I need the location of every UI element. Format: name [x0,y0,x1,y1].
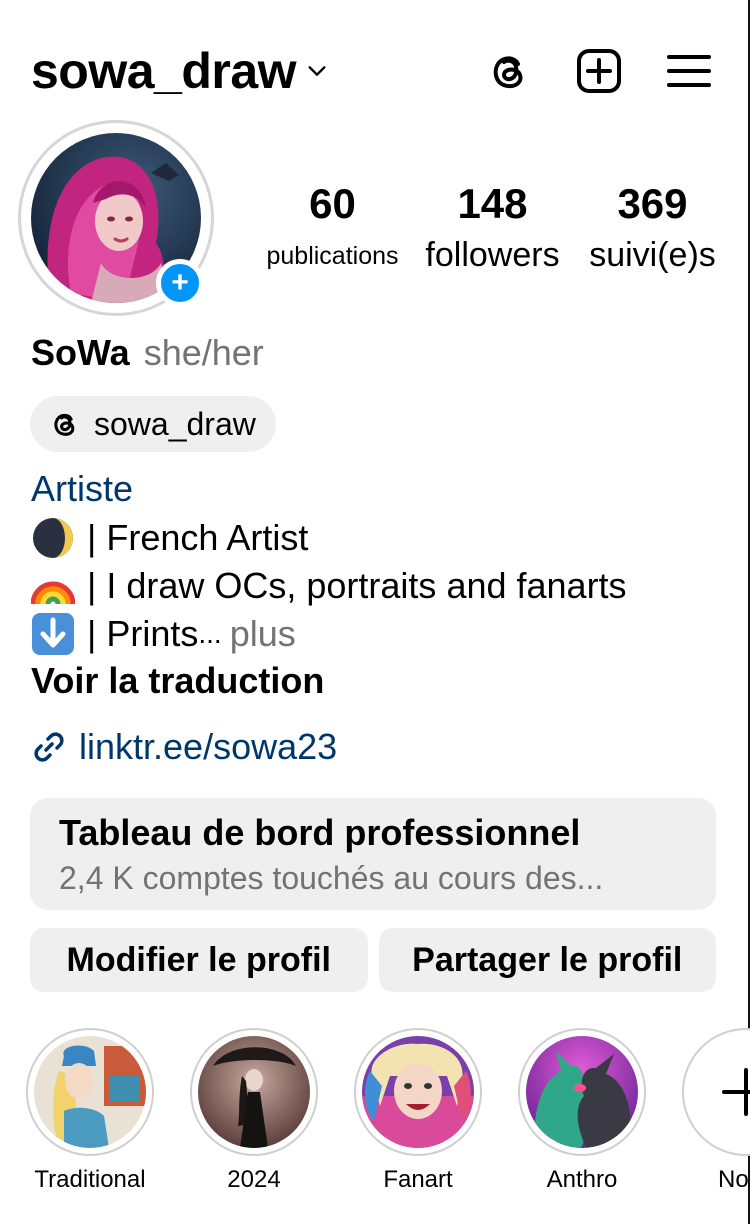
display-name-row: SoWa she/her [31,332,264,374]
highlight-cover [362,1036,474,1148]
highlight-label: 2024 [227,1166,281,1193]
dashboard-subtitle: 2,4 K comptes touchés au cours des... [59,860,604,896]
pronouns: she/her [143,332,264,373]
threads-icon[interactable] [484,46,534,96]
stat-value: 60 [309,180,356,227]
moon-emoji-icon [33,518,73,558]
header-actions [484,46,714,96]
bio-text: | Prints [87,613,199,654]
bio-line: | French Artist [31,516,308,560]
threads-badge[interactable]: sowa_draw [30,396,276,452]
stat-publications[interactable]: 60 publications [250,180,415,275]
stat-followers[interactable]: 148 followers [415,180,570,275]
profile-actions: Modifier le profil Partager le profil [30,928,716,992]
stat-label: suivi(e)s [589,236,716,274]
stat-label: followers [425,236,560,274]
profile-category: Artiste [31,468,134,509]
highlight-ring [682,1028,750,1156]
highlight-cover [34,1036,146,1148]
highlight-ring [26,1028,154,1156]
story-highlights: Traditional 2024 Fanart Anthro No [26,1028,750,1198]
highlight-label: Fanart [383,1166,453,1193]
menu-icon[interactable] [664,46,714,96]
profile-stats: 60 publications 148 followers 369 suivi(… [250,180,735,275]
highlight-ring [190,1028,318,1156]
chevron-down-icon [308,66,326,76]
stat-label: publications [266,242,399,270]
profile-link[interactable]: linktr.ee/sowa23 [31,726,337,768]
highlight-traditional[interactable]: Traditional [26,1028,154,1194]
threads-handle: sowa_draw [94,405,256,442]
dashboard-title: Tableau de bord professionnel [59,812,581,853]
highlight-label: Anthro [546,1166,618,1193]
rainbow-emoji-icon [31,581,75,605]
account-switcher[interactable]: sowa_draw [31,42,328,100]
bio-text: | French Artist [87,517,309,558]
more-link[interactable]: plus [230,613,296,655]
add-story-button[interactable]: + [156,259,204,307]
highlight-fanart[interactable]: Fanart [354,1028,482,1194]
link-text: linktr.ee/sowa23 [79,726,338,767]
display-name: SoWa [31,332,130,373]
highlight-label: Traditional [34,1166,146,1193]
highlight-new[interactable]: Nouv [682,1028,750,1194]
share-profile-button[interactable]: Partager le profil [378,928,716,992]
professional-dashboard[interactable]: Tableau de bord professionnel 2,4 K comp… [30,798,716,910]
link-icon [34,732,64,762]
highlight-cover [198,1036,310,1148]
down-arrow-emoji-icon [32,613,74,655]
username: sowa_draw [31,43,297,99]
highlight-ring [354,1028,482,1156]
highlight-2024[interactable]: 2024 [190,1028,318,1194]
new-post-icon[interactable] [574,46,624,96]
highlight-anthro[interactable]: Anthro [518,1028,646,1194]
stat-following[interactable]: 369 suivi(e)s [570,180,735,275]
bio-ellipsis: ... [198,618,222,649]
see-translation-link[interactable]: Voir la traduction [31,660,324,702]
stat-value: 148 [457,180,528,227]
bio-line: | I draw OCs, portraits and fanarts [31,564,627,608]
plus-icon [722,1068,750,1116]
highlight-label: Nouv [717,1166,750,1193]
highlight-cover [526,1036,638,1148]
bio-text: | I draw OCs, portraits and fanarts [87,565,627,606]
highlight-ring [518,1028,646,1156]
bio-line: | Prints ... plus [31,612,296,656]
profile-header: sowa_draw [31,36,714,106]
threads-icon [54,413,75,436]
stat-value: 369 [617,180,688,227]
edit-profile-button[interactable]: Modifier le profil [30,928,368,992]
